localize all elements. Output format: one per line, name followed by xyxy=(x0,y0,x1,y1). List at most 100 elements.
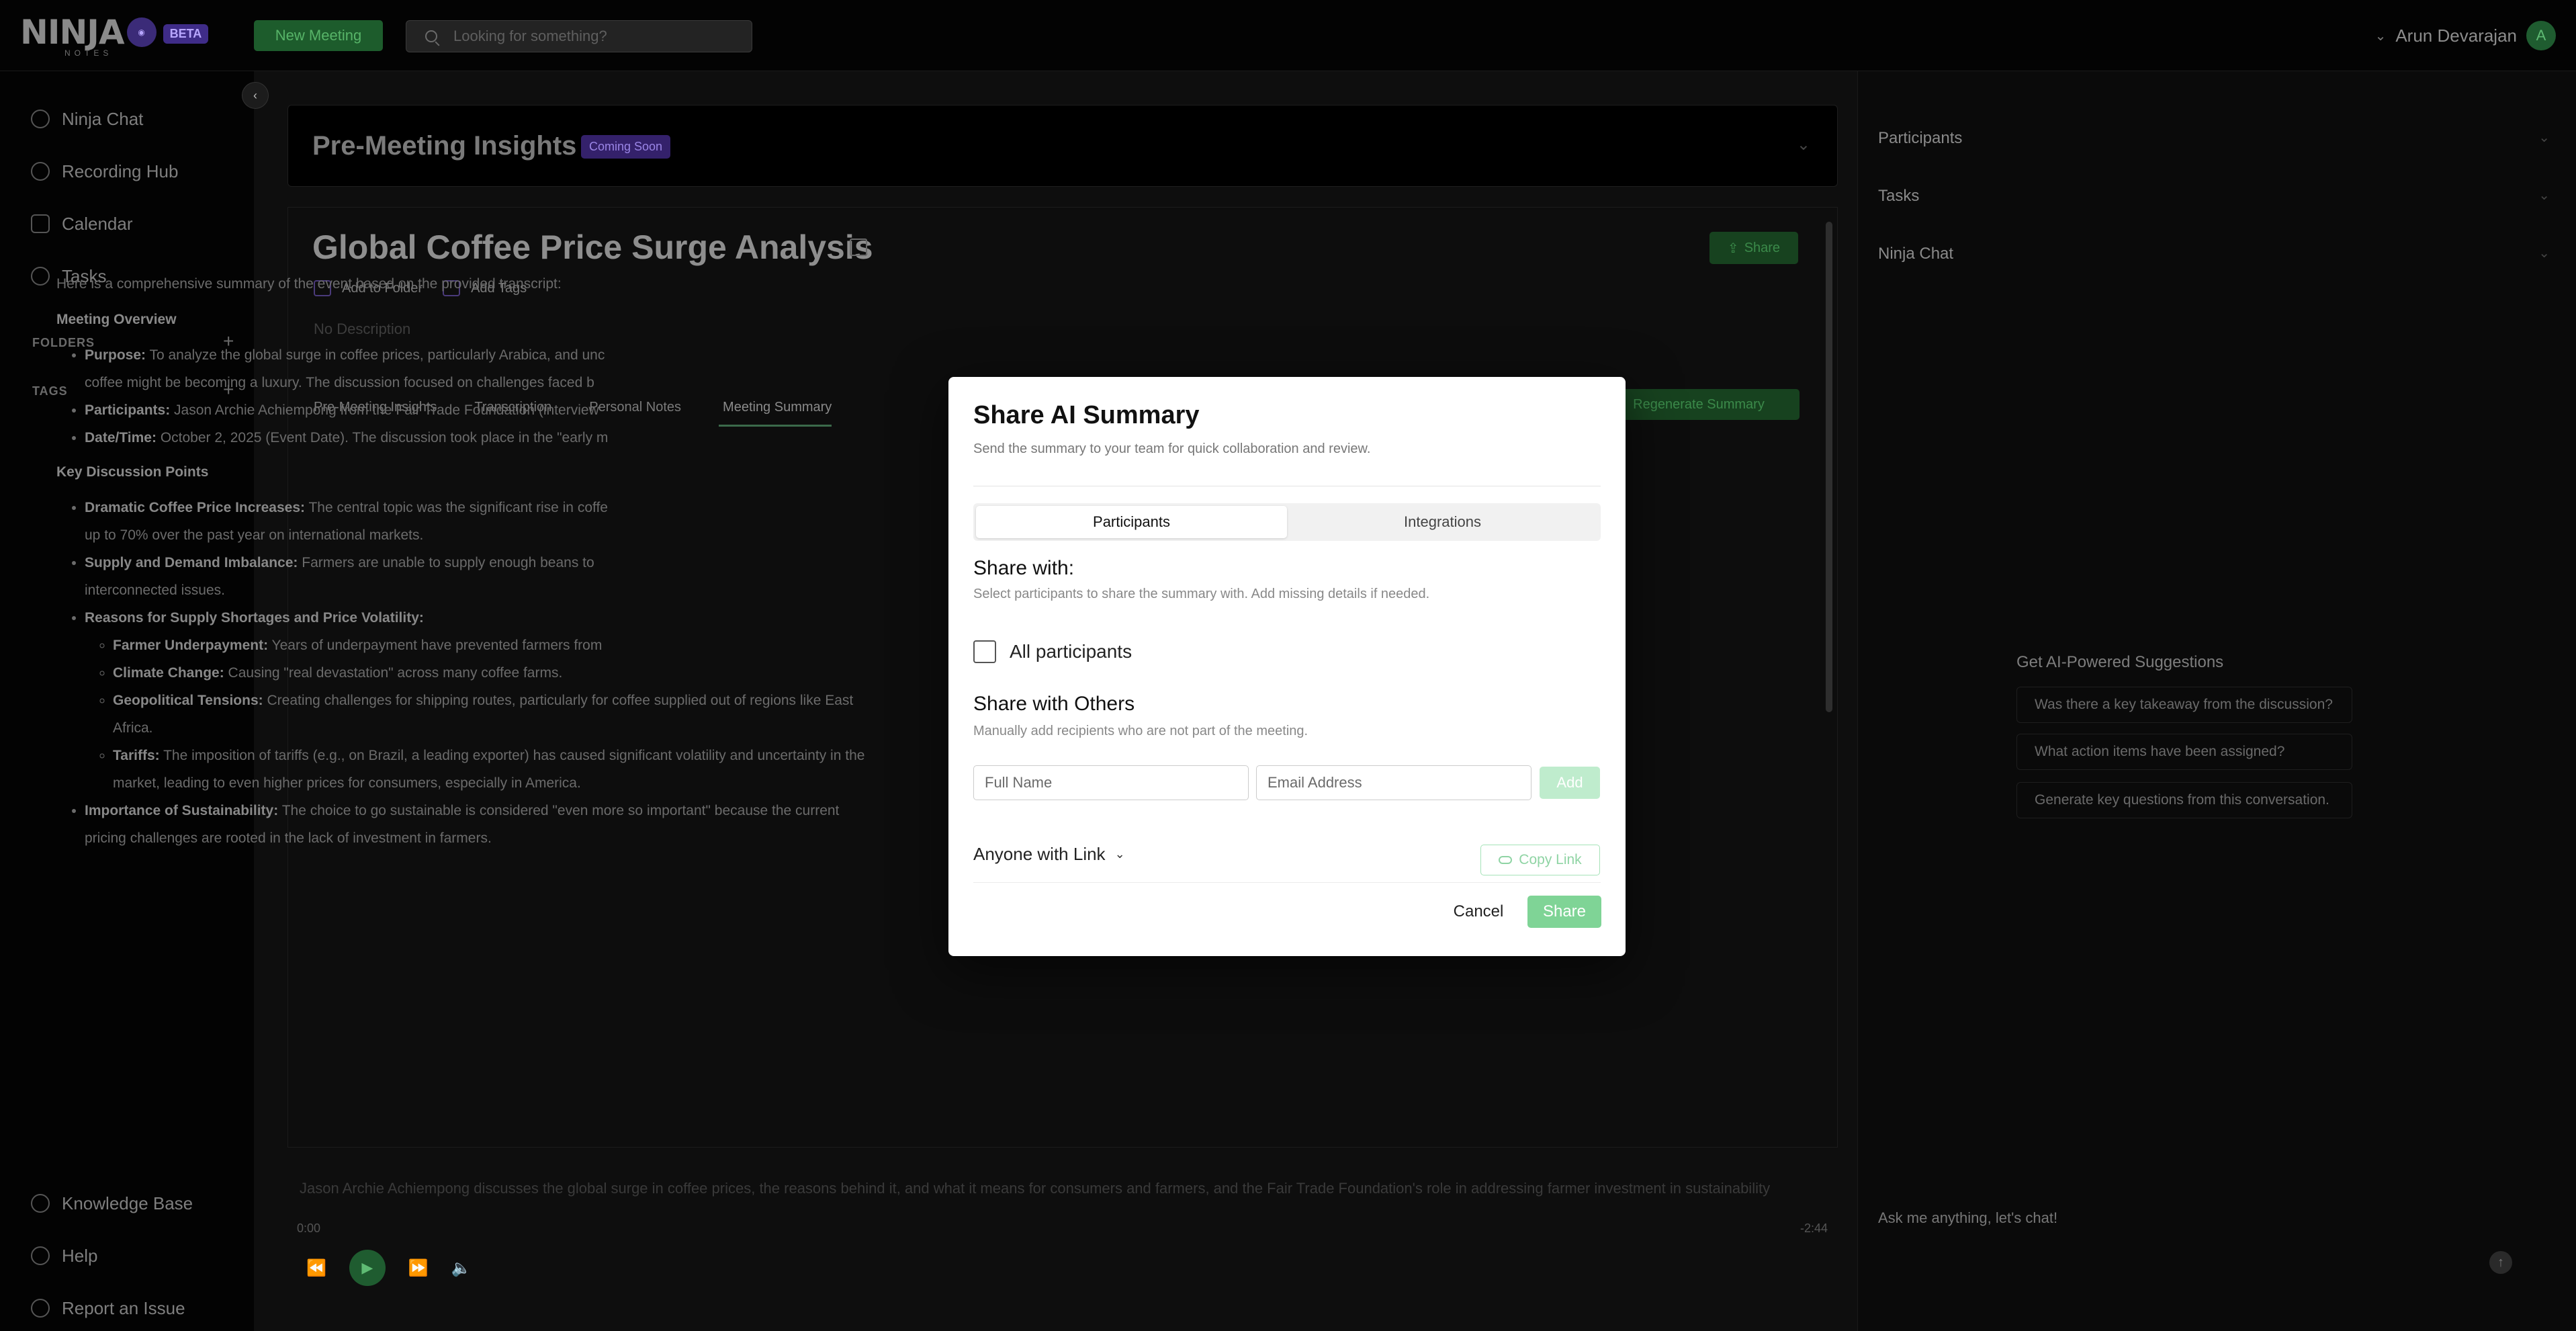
chevron-down-icon: ⌄ xyxy=(2538,188,2550,203)
chevron-down-icon: ⌄ xyxy=(2374,28,2387,44)
sidebar-item-recording-hub[interactable]: Recording Hub xyxy=(31,155,178,188)
logo-wordmark: NINJA xyxy=(20,13,125,52)
list-item: Date/Time: October 2, 2025 (Event Date).… xyxy=(85,424,997,452)
chevron-down-icon: ⌄ xyxy=(1114,847,1125,861)
suggestion-chip[interactable]: Was there a key takeaway from the discus… xyxy=(2016,687,2352,723)
share-with-heading: Share with: xyxy=(973,557,1075,579)
share-with-note: Select participants to share the summary… xyxy=(973,587,1430,601)
calendar-icon xyxy=(31,214,50,233)
participants-section[interactable]: Participants ⌄ xyxy=(1878,129,2550,148)
pre-meeting-title: Pre-Meeting Insights xyxy=(312,131,577,161)
volume-icon[interactable]: 🔈 xyxy=(451,1258,472,1278)
sidebar-item-label: Calendar xyxy=(62,213,133,234)
section-label: Participants xyxy=(1878,129,1963,147)
meeting-title: Global Coffee Price Surge Analysis xyxy=(312,228,873,266)
section-label: Ninja Chat xyxy=(1878,245,1954,263)
mic-icon xyxy=(31,162,50,181)
sidebar-item-help[interactable]: Help xyxy=(31,1239,97,1273)
full-name-input[interactable] xyxy=(973,765,1249,800)
modal-subtitle: Send the summary to your team for quick … xyxy=(973,441,1371,456)
tab-participants[interactable]: Participants xyxy=(976,506,1287,538)
search-input[interactable] xyxy=(453,28,736,45)
regenerate-summary-button[interactable]: Regenerate Summary xyxy=(1598,389,1800,420)
new-meeting-button[interactable]: New Meeting xyxy=(254,20,383,51)
list-item: Purpose: To analyze the global surge in … xyxy=(85,341,997,396)
all-participants-option[interactable]: All participants xyxy=(973,640,1132,663)
edit-icon[interactable] xyxy=(850,239,867,256)
chat-input[interactable]: Ask me anything, let's chat! xyxy=(1878,1209,2057,1227)
sidebar-item-report-issue[interactable]: Report an Issue xyxy=(31,1291,185,1325)
suggestions-title: Get AI-Powered Suggestions xyxy=(2016,653,2224,671)
send-icon[interactable]: ↑ xyxy=(2489,1251,2512,1274)
app-logo[interactable]: NINJA ◉ BETA NOTES xyxy=(20,13,209,58)
content-scrollbar[interactable] xyxy=(1826,222,1832,712)
all-participants-checkbox[interactable] xyxy=(973,640,996,663)
add-recipient-button[interactable]: Add xyxy=(1540,767,1600,799)
chat-icon xyxy=(31,110,50,128)
pre-meeting-banner[interactable]: Pre-Meeting Insights Coming Soon ⌄ xyxy=(287,105,1838,187)
copy-link-button[interactable]: Copy Link xyxy=(1480,845,1600,875)
section-heading: Meeting Overview xyxy=(56,312,177,327)
play-button[interactable]: ▶ xyxy=(349,1250,386,1286)
user-menu[interactable]: ⌄ Arun Devarajan A xyxy=(2375,19,2556,52)
sidebar-item-label: Ninja Chat xyxy=(62,108,144,129)
beta-badge: BETA xyxy=(163,24,209,44)
list-item: Geopolitical Tensions: Creating challeng… xyxy=(113,687,997,742)
list-item: Importance of Sustainability: The choice… xyxy=(85,797,997,852)
book-icon xyxy=(31,1194,50,1213)
user-name: Arun Devarajan xyxy=(2395,25,2517,46)
alert-icon xyxy=(31,1299,50,1318)
sidebar-item-calendar[interactable]: Calendar xyxy=(31,207,133,241)
chevron-down-icon: ⌄ xyxy=(2538,246,2550,261)
list-item: Supply and Demand Imbalance: Farmers are… xyxy=(85,549,997,604)
tasks-section[interactable]: Tasks ⌄ xyxy=(1878,187,2550,206)
copy-link-label: Copy Link xyxy=(1519,852,1582,867)
sidebar-item-label: Help xyxy=(62,1245,98,1266)
chevron-down-icon[interactable]: ⌄ xyxy=(1797,135,1810,155)
key-points-list: Dramatic Coffee Price Increases: The cen… xyxy=(56,494,997,852)
suggestion-chip[interactable]: What action items have been assigned? xyxy=(2016,734,2352,770)
summary-intro: Here is a comprehensive summary of the e… xyxy=(56,276,562,292)
logo-subtext: NOTES xyxy=(64,48,113,58)
email-input[interactable] xyxy=(1256,765,1531,800)
collapse-sidebar-button[interactable]: ‹ xyxy=(242,82,269,109)
link-access-dropdown[interactable]: Anyone with Link ⌄ xyxy=(973,844,1125,865)
share-submit-button[interactable]: Share xyxy=(1527,896,1601,928)
list-item: Dramatic Coffee Price Increases: The cen… xyxy=(85,494,997,549)
share-icon: ⇪ xyxy=(1727,241,1739,256)
sidebar-item-knowledge-base[interactable]: Knowledge Base xyxy=(31,1187,193,1220)
section-label: Tasks xyxy=(1878,187,1920,205)
sidebar-item-label: Knowledge Base xyxy=(62,1193,193,1213)
share-summary-modal: Share AI Summary Send the summary to you… xyxy=(948,377,1626,956)
list-item: Participants: Jason Archie Achiempong fr… xyxy=(85,396,997,424)
global-search[interactable] xyxy=(406,20,752,52)
rewind-icon[interactable]: ⏪ xyxy=(306,1258,326,1278)
sidebar-item-ninja-chat[interactable]: Ninja Chat xyxy=(31,102,143,136)
suggestion-chip[interactable]: Generate key questions from this convers… xyxy=(2016,782,2352,818)
share-button[interactable]: ⇪ Share xyxy=(1709,232,1798,264)
top-bar: NINJA ◉ BETA NOTES New Meeting ⌄ Arun De… xyxy=(0,0,2576,71)
section-heading: Key Discussion Points xyxy=(56,464,209,480)
list-item: Reasons for Supply Shortages and Price V… xyxy=(85,604,997,797)
tab-integrations[interactable]: Integrations xyxy=(1287,506,1598,538)
help-icon xyxy=(31,1246,50,1265)
tasks-icon xyxy=(31,267,50,286)
audio-player: ⏪ ▶ ⏩ 🔈 xyxy=(306,1250,472,1286)
sidebar-item-label: Report an Issue xyxy=(62,1297,185,1318)
modal-title: Share AI Summary xyxy=(973,401,1200,429)
avatar[interactable]: A xyxy=(2526,21,2556,50)
ninja-chat-section[interactable]: Ninja Chat ⌄ xyxy=(1878,245,2550,263)
share-with-others-note: Manually add recipients who are not part… xyxy=(973,724,1308,738)
fast-forward-icon[interactable]: ⏩ xyxy=(408,1258,429,1278)
logo-ninja-icon: ◉ xyxy=(126,17,157,47)
link-icon xyxy=(1499,856,1513,864)
list-item: Climate Change: Causing "real devastatio… xyxy=(113,659,997,687)
cancel-button[interactable]: Cancel xyxy=(1441,896,1515,928)
coming-soon-badge: Coming Soon xyxy=(581,135,671,159)
chevron-left-icon: ‹ xyxy=(253,88,257,102)
summary-body: Here is a comprehensive summary of the e… xyxy=(56,270,997,852)
time-elapsed: 0:00 xyxy=(297,1221,321,1235)
sidebar-item-label: Recording Hub xyxy=(62,161,179,181)
search-icon xyxy=(425,30,437,42)
chevron-down-icon: ⌄ xyxy=(2538,130,2550,145)
